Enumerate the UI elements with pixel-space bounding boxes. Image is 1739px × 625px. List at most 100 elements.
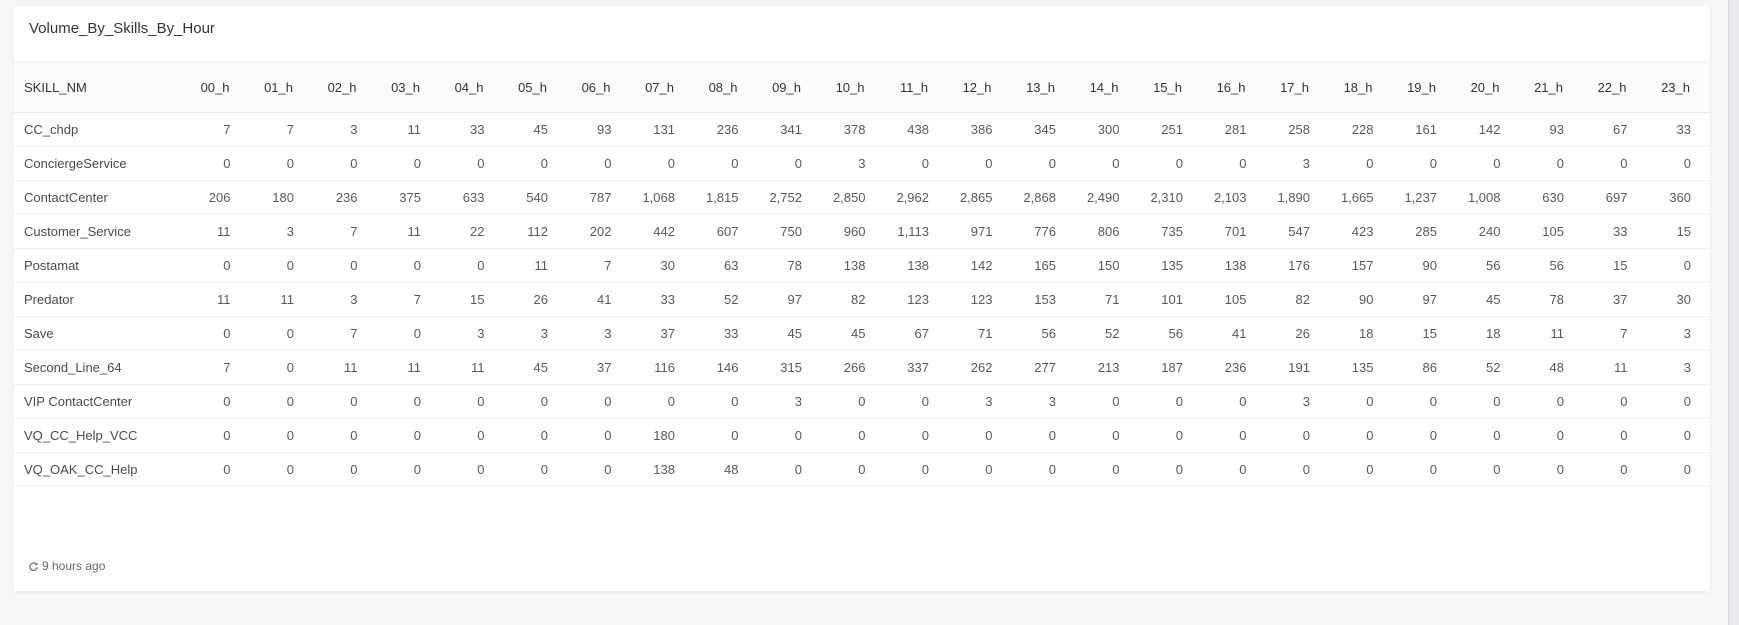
hour-value-cell: 3	[350, 292, 358, 307]
column-header-17-h[interactable]: 17_h	[1266, 63, 1330, 113]
column-header-16-h[interactable]: 16_h	[1202, 63, 1266, 113]
column-header-04-h[interactable]: 04_h	[440, 63, 504, 113]
hour-value-cell: 56	[1168, 326, 1183, 341]
hour-value-cell: 0	[985, 428, 993, 443]
hour-value-cell: 0	[350, 258, 358, 273]
hour-value-cell: 56	[1549, 258, 1564, 273]
hour-value-cell: 0	[794, 428, 802, 443]
hour-value-cell: 105	[1542, 224, 1564, 239]
hour-value-cell: 0	[223, 394, 231, 409]
hour-value-cell: 90	[1422, 258, 1437, 273]
column-header-19-h[interactable]: 19_h	[1393, 63, 1457, 113]
hour-value-cell: 11	[1550, 326, 1565, 341]
column-header-07-h[interactable]: 07_h	[631, 63, 695, 113]
hour-value-cell: 0	[1112, 462, 1120, 477]
hour-value-cell: 438	[907, 122, 929, 137]
hour-value-cell: 540	[526, 190, 548, 205]
hour-value-cell: 0	[1493, 394, 1501, 409]
hour-value-cell: 45	[787, 326, 802, 341]
hour-value-cell: 41	[597, 292, 612, 307]
vertical-scrollbar[interactable]	[1728, 0, 1739, 625]
hour-value-cell: 0	[350, 428, 358, 443]
column-header-06-h[interactable]: 06_h	[567, 63, 631, 113]
hour-value-cell: 202	[589, 224, 612, 239]
hour-value-cell: 0	[286, 326, 294, 341]
column-header-skill-nm[interactable]: SKILL_NM	[14, 63, 186, 113]
hour-value-cell: 0	[667, 156, 675, 171]
hour-value-cell: 0	[286, 428, 294, 443]
hour-value-cell: 0	[1620, 462, 1628, 477]
hour-value-cell: 607	[716, 224, 739, 239]
hour-value-cell: 2,850	[832, 190, 866, 205]
refresh-status[interactable]: 9 hours ago	[28, 559, 105, 573]
column-header-02-h[interactable]: 02_h	[313, 63, 377, 113]
hour-value-cell: 213	[1097, 360, 1120, 375]
column-header-18-h[interactable]: 18_h	[1329, 63, 1393, 113]
hour-value-cell: 146	[716, 360, 739, 375]
hour-value-cell: 48	[1549, 360, 1564, 375]
column-header-01-h[interactable]: 01_h	[250, 63, 314, 113]
hour-value-cell: 176	[1288, 258, 1310, 273]
hour-value-cell: 423	[1351, 224, 1374, 239]
hour-value-cell: 26	[533, 292, 548, 307]
hour-value-cell: 258	[1288, 122, 1310, 137]
column-header-09-h[interactable]: 09_h	[758, 63, 822, 113]
column-header-21-h[interactable]: 21_h	[1520, 63, 1584, 113]
hour-value-cell: 180	[272, 190, 294, 205]
hour-value-cell: 3	[1683, 360, 1691, 375]
hour-value-cell: 750	[780, 224, 802, 239]
hour-value-cell: 0	[1429, 462, 1437, 477]
hour-value-cell: 251	[1161, 122, 1183, 137]
hour-value-cell: 0	[1366, 428, 1374, 443]
column-header-22-h[interactable]: 22_h	[1583, 63, 1647, 113]
hour-value-cell: 0	[286, 156, 294, 171]
column-header-23-h[interactable]: 23_h	[1647, 63, 1711, 113]
hour-value-cell: 45	[1486, 292, 1501, 307]
hour-value-cell: 3	[604, 326, 612, 341]
column-header-03-h[interactable]: 03_h	[377, 63, 441, 113]
hour-value-cell: 116	[654, 360, 675, 375]
hour-value-cell: 633	[462, 190, 485, 205]
skill-name-cell: VIP ContactCenter	[24, 394, 133, 409]
column-header-13-h[interactable]: 13_h	[1012, 63, 1076, 113]
hour-value-cell: 0	[1556, 428, 1564, 443]
hour-value-cell: 11	[280, 292, 295, 307]
hour-value-cell: 52	[1105, 326, 1120, 341]
hour-value-cell: 2,868	[1023, 190, 1056, 205]
column-header-00-h[interactable]: 00_h	[186, 63, 250, 113]
hour-value-cell: 277	[1034, 360, 1056, 375]
hour-value-cell: 0	[413, 394, 421, 409]
hour-value-cell: 0	[413, 326, 421, 341]
hour-value-cell: 0	[604, 156, 612, 171]
column-header-05-h[interactable]: 05_h	[504, 63, 568, 113]
column-header-08-h[interactable]: 08_h	[694, 63, 758, 113]
hour-value-cell: 11	[217, 292, 231, 307]
hour-value-cell: 142	[1478, 122, 1501, 137]
column-header-15-h[interactable]: 15_h	[1139, 63, 1203, 113]
hour-value-cell: 0	[1429, 394, 1437, 409]
hour-value-cell: 93	[1549, 122, 1564, 137]
hour-value-cell: 0	[286, 462, 294, 477]
column-header-12-h[interactable]: 12_h	[948, 63, 1012, 113]
hour-value-cell: 82	[851, 292, 866, 307]
table-row: VQ_OAK_CC_Help 0 0 0 0 0 0 0 138 48 0 0 0 0 0 0 0 0 0 0 0 0 0 0…	[14, 453, 1710, 487]
hour-value-cell: 26	[1295, 326, 1310, 341]
column-header-14-h[interactable]: 14_h	[1075, 63, 1139, 113]
table-row: Predator 11 11 3 7 15 26 41 33 52 97 82 123 123 153 71 1…	[14, 283, 1710, 317]
hour-value-cell: 45	[533, 122, 548, 137]
column-header-20-h[interactable]: 20_h	[1456, 63, 1520, 113]
column-header-11-h[interactable]: 11_h	[885, 63, 949, 113]
hour-value-cell: 0	[731, 156, 739, 171]
hour-value-cell: 67	[1613, 122, 1628, 137]
hour-value-cell: 0	[1429, 428, 1437, 443]
hour-value-cell: 0	[921, 394, 929, 409]
column-header-10-h[interactable]: 10_h	[821, 63, 885, 113]
hour-value-cell: 1,068	[642, 190, 675, 205]
hour-value-cell: 0	[540, 462, 548, 477]
hour-value-cell: 0	[1112, 428, 1120, 443]
hour-value-cell: 3	[1302, 394, 1310, 409]
hour-value-cell: 11	[534, 258, 549, 273]
hour-value-cell: 191	[1288, 360, 1310, 375]
hour-value-cell: 11	[344, 360, 358, 375]
data-table-container: SKILL_NM 00_h 01_h 02_h 03_h 04_h 05_h 06_h 07_h…	[14, 62, 1710, 487]
